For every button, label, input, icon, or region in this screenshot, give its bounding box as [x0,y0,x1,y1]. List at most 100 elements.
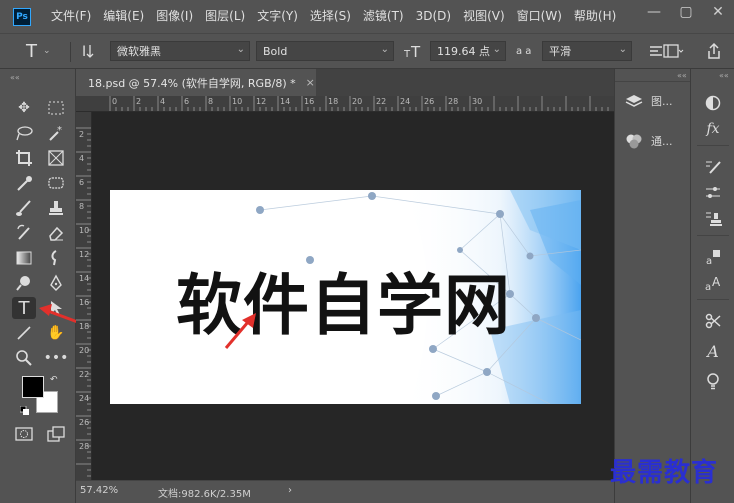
menu-window[interactable]: 窗口(W) [511,0,568,33]
text-orientation-button[interactable]: I [80,40,98,62]
line-tool-icon[interactable] [12,322,36,344]
expand-panels-icon[interactable]: «« [677,71,687,80]
document-canvas[interactable]: 软件自学网 [110,190,581,404]
share-button[interactable] [704,40,722,62]
menu-select[interactable]: 选择(S) [304,0,357,33]
zoom-tool-icon[interactable] [12,347,36,369]
ruler-label: 22 [79,370,90,379]
panel-toggle-button[interactable] [662,40,684,62]
fx-styles-icon[interactable]: fx [700,117,726,141]
svg-text:a: a [706,256,712,266]
menu-type[interactable]: 文字(Y) [251,0,304,33]
brush-settings-icon[interactable] [700,155,726,179]
zoom-level[interactable]: 57.42% [80,485,118,496]
menu-help[interactable]: 帮助(H) [568,0,622,33]
ruler-label: 18 [79,322,90,331]
font-size-select[interactable]: 119.64 点 ⌄ [430,41,506,61]
clone-stamp-tool-icon[interactable] [44,197,68,219]
share-icon [708,42,720,59]
collapse-icon[interactable]: «« [10,73,20,82]
ruler-label: 14 [280,97,291,106]
chevron-down-icon: ⌄ [236,44,245,55]
foreground-color-swatch[interactable] [22,376,44,398]
marquee-tool-icon[interactable] [44,97,68,119]
svg-text:T: T [404,49,411,60]
menu-filter[interactable]: 滤镜(T) [357,0,410,33]
toggle-orientation-icon: I [82,44,94,60]
paragraph-styles-icon[interactable]: aA [700,271,726,295]
menu-edit[interactable]: 编辑(E) [97,0,150,33]
close-tab-icon[interactable]: × [306,76,315,89]
menu-view[interactable]: 视图(V) [457,0,511,33]
antialias-select[interactable]: 平滑 ⌄ [542,41,632,61]
close-button[interactable]: ✕ [702,0,734,24]
ruler-label: 16 [304,97,315,106]
ruler-label: 14 [79,274,90,283]
svg-text:I: I [82,44,86,60]
brushes-icon[interactable] [700,181,726,205]
status-menu-arrow[interactable]: › [288,485,292,496]
character-styles-icon[interactable]: a [700,245,726,269]
smudge-tool-icon[interactable] [44,247,68,269]
tools-panel: «« ✥ * T ✋ ••• ↶ [0,69,84,503]
layers-icon [625,95,643,107]
quick-mask-icon[interactable] [12,423,36,445]
channels-panel-label: 通... [651,135,673,148]
menu-layer[interactable]: 图层(L) [199,0,251,33]
magic-wand-tool-icon[interactable]: * [44,122,68,144]
channels-icon [626,134,642,149]
restore-button[interactable]: ▢ [670,0,702,24]
brush-tool-icon[interactable] [12,197,36,219]
ruler-label: 18 [328,97,339,106]
ruler-label: 26 [79,418,90,427]
font-family-select[interactable]: 微软雅黑 ⌄ [110,41,250,61]
screen-mode-icon[interactable] [44,423,68,445]
frame-tool-icon[interactable] [44,147,68,169]
glyphs-icon[interactable]: A [700,339,726,363]
gradient-tool-icon[interactable] [12,247,36,269]
channels-panel-tab[interactable]: 通... [625,133,673,149]
learn-lightbulb-icon[interactable] [700,369,726,393]
tool-preset-picker[interactable]: T ⌄ [26,40,51,62]
ruler-label: 20 [79,346,90,355]
eyedropper-tool-icon[interactable] [12,172,36,194]
divider [697,145,729,146]
layers-panel-tab[interactable]: 图... [625,93,673,109]
font-style-select[interactable]: Bold ⌄ [256,41,394,61]
more-tools-icon[interactable]: ••• [44,347,69,369]
history-brush-tool-icon[interactable] [12,222,36,244]
type-tool-icon: T [26,40,37,62]
collapse-icon[interactable]: «« [719,71,729,80]
pen-tool-icon[interactable] [44,272,68,294]
menu-3d[interactable]: 3D(D) [410,0,457,33]
adjustments-icon[interactable] [700,91,726,115]
move-tool-icon[interactable]: ✥ [12,97,36,119]
canvas-workspace[interactable]: 软件自学网 [92,112,614,480]
ruler-label: 10 [79,226,90,235]
tool-presets-icon[interactable] [700,309,726,333]
healing-brush-tool-icon[interactable] [44,172,68,194]
divider [615,81,691,82]
ruler-label: 4 [79,154,85,163]
menu-bar: Ps 文件(F) 编辑(E) 图像(I) 图层(L) 文字(Y) 选择(S) 滤… [0,0,734,33]
menu-image[interactable]: 图像(I) [150,0,199,33]
lasso-tool-icon[interactable] [12,122,36,144]
swap-colors-icon[interactable]: ↶ [50,375,58,385]
watermark-logo: 最需教育 [610,458,719,488]
crop-tool-icon[interactable] [12,147,36,169]
svg-text:T: T [410,43,421,60]
menu-file[interactable]: 文件(F) [45,0,97,33]
ruler-label: 2 [136,97,142,106]
clone-source-icon[interactable] [700,207,726,231]
document-tab[interactable]: 18.psd @ 57.4% (软件自学网, RGB/8) * × [76,69,316,96]
ruler-label: 6 [79,178,85,187]
default-colors-icon[interactable] [19,405,29,415]
ruler-label: 28 [448,97,459,106]
ruler-label: 22 [376,97,387,106]
minimize-button[interactable]: — [638,0,670,24]
ruler-label: 28 [79,442,90,451]
type-tool-icon[interactable]: T [12,297,36,319]
horizontal-ruler: 0 2 4 6 8 10 12 14 16 18 20 22 24 26 28 … [76,96,614,112]
eraser-tool-icon[interactable] [44,222,68,244]
dodge-tool-icon[interactable] [12,272,36,294]
